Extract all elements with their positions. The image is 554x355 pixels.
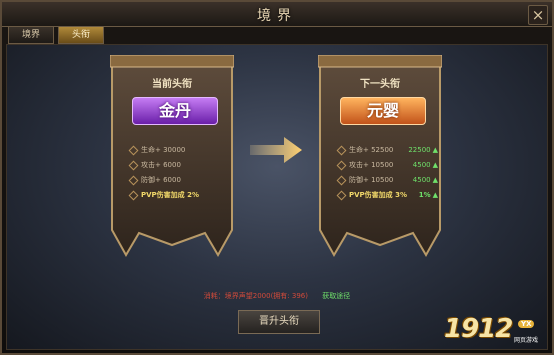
diamond-icon	[336, 160, 347, 170]
promote-button[interactable]: 晋升头衔	[238, 310, 320, 334]
stat-attack: 攻击+ 10500 4500 ▲	[336, 158, 438, 173]
attack-increase: 4500 ▲	[412, 161, 438, 169]
pvp-increase: 1% ▲	[418, 191, 438, 199]
next-title-header: 下一头衔	[360, 79, 400, 90]
get-method-link[interactable]: 获取途径	[322, 292, 350, 300]
stat-defense: 防御+ 6000	[128, 173, 214, 188]
diamond-icon	[336, 145, 347, 155]
up-arrow-icon: ▲	[432, 146, 438, 154]
window-titlebar: 境界 ×	[2, 2, 552, 27]
hp-increase: 22500 ▲	[408, 146, 438, 154]
watermark-number: 1912	[444, 314, 513, 344]
arrow-right-icon	[250, 137, 302, 163]
tab-realm[interactable]: 境界	[8, 26, 54, 44]
watermark-badge: YX	[518, 320, 535, 328]
stat-pvp: PVP伤害加成 3% 1% ▲	[336, 188, 438, 203]
diamond-icon	[128, 160, 139, 170]
diamond-icon	[336, 175, 347, 185]
next-stats: 生命+ 52500 22500 ▲ 攻击+ 10500 4500 ▲ 防御+ 10500…	[336, 143, 438, 203]
current-rank-plaque: 金丹	[132, 97, 218, 125]
stat-hp: 生命+ 52500 22500 ▲	[336, 143, 438, 158]
stat-defense: 防御+ 10500 4500 ▲	[336, 173, 438, 188]
diamond-icon	[336, 190, 347, 200]
stat-pvp: PVP伤害加成 2%	[128, 188, 214, 203]
close-button[interactable]: ×	[528, 5, 548, 25]
current-title-banner: 当前头衔 金丹 生命+ 30000 攻击+ 6000 防御+ 6000 PVP伤…	[110, 55, 234, 260]
defense-increase: 4500 ▲	[412, 176, 438, 184]
next-rank-plaque: 元婴	[340, 97, 426, 125]
current-title-header: 当前头衔	[152, 79, 192, 90]
watermark-logo: 1912 YX 网页游戏	[444, 314, 538, 344]
stat-attack: 攻击+ 6000	[128, 158, 214, 173]
requirement-line: 消耗：境界声望2000(拥有: 396) 获取途径	[0, 291, 554, 301]
next-title-banner: 下一头衔 元婴 生命+ 52500 22500 ▲ 攻击+ 10500 4500 ▲ 防…	[318, 55, 442, 260]
diamond-icon	[128, 190, 139, 200]
tab-title[interactable]: 头衔	[58, 26, 104, 44]
requirement-text: 消耗：境界声望2000(拥有: 396)	[203, 292, 308, 300]
up-arrow-icon: ▲	[432, 176, 438, 184]
diamond-icon	[128, 145, 139, 155]
diamond-icon	[128, 175, 139, 185]
up-arrow-icon: ▲	[432, 161, 438, 169]
stat-hp: 生命+ 30000	[128, 143, 214, 158]
up-arrow-icon: ▲	[432, 191, 438, 199]
window-title: 境界	[257, 8, 297, 24]
title-stage	[6, 44, 548, 350]
watermark-sub: 网页游戏	[514, 337, 539, 344]
current-stats: 生命+ 30000 攻击+ 6000 防御+ 6000 PVP伤害加成 2%	[128, 143, 214, 203]
